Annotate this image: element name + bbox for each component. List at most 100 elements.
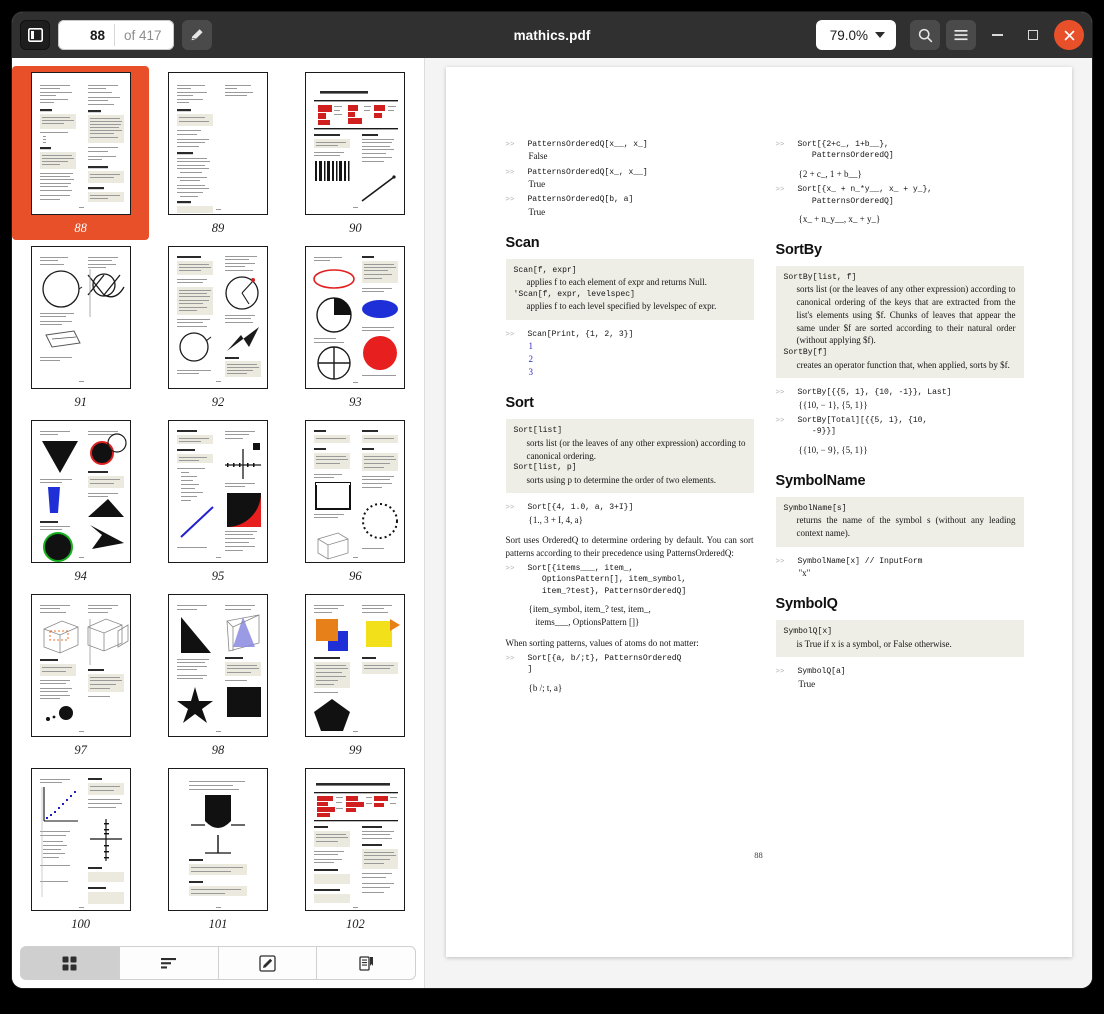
page-number-input[interactable] xyxy=(58,27,114,43)
code-input: PatternsOrderedQ[x__, x_] xyxy=(527,140,648,149)
thumbnail-item[interactable]: 90 xyxy=(287,66,424,240)
code-output: "x" xyxy=(798,568,811,579)
document-title: mathics.pdf xyxy=(513,27,591,43)
tab-outline[interactable] xyxy=(119,946,219,980)
zoom-level-label: 79.0% xyxy=(829,27,868,43)
prompt-icon: >> xyxy=(775,668,785,677)
left-column: >> PatternsOrderedQ[x__, x_] False >> Pa… xyxy=(505,139,754,698)
thumbnail-preview xyxy=(305,246,406,389)
code-example: >> Sort[{x_ + n_*y__, x_ + y_}, Patterns… xyxy=(776,184,1024,226)
definition-description: sorts list (or the leaves of any other e… xyxy=(796,284,1016,346)
maximize-icon xyxy=(1028,30,1038,40)
code-input: SortBy[{{5, 1}, {10, -1}}, Last] xyxy=(797,388,952,398)
thumbnail-scroll-area[interactable]: 88 89 90 91 92 93 94 95 96 97 98 99 100 … xyxy=(12,58,424,942)
thumbnail-item[interactable]: 94 xyxy=(12,414,149,588)
thumbnail-label: 88 xyxy=(74,221,87,235)
code-example: >> PatternsOrderedQ[x_, x__] True xyxy=(506,167,754,192)
thumbnail-preview xyxy=(167,246,268,389)
thumbnail-preview xyxy=(305,594,406,737)
minimize-button[interactable] xyxy=(982,20,1012,50)
maximize-button[interactable] xyxy=(1018,20,1048,50)
prompt-icon: >> xyxy=(775,186,785,195)
thumbnail-label: 91 xyxy=(74,395,87,409)
thumbnail-page-graphic xyxy=(314,91,399,208)
pen-icon xyxy=(259,954,276,972)
code-input: Sort[{2+c_, 1+b__}, PatternsOrderedQ] xyxy=(797,140,894,161)
thumbnail-label: 93 xyxy=(349,395,362,409)
bookmark-icon xyxy=(358,955,373,971)
tab-bookmarks[interactable] xyxy=(317,946,416,980)
thumbnail-label: 98 xyxy=(211,743,225,757)
thumbnail-preview xyxy=(30,594,131,737)
code-output: {{10, − 1}, {5, 1}} xyxy=(798,399,868,410)
thumbnail-item[interactable]: 98 xyxy=(149,588,286,762)
page-columns: >> PatternsOrderedQ[x__, x_] False >> Pa… xyxy=(505,139,1024,698)
sidebar-toggle-button[interactable] xyxy=(20,20,50,50)
thumbnail-item[interactable]: 97 xyxy=(12,588,149,762)
close-button[interactable] xyxy=(1054,20,1084,50)
definition-description: creates an operator function that, when … xyxy=(796,359,1010,370)
menu-button[interactable] xyxy=(946,20,976,50)
thumbnail-item[interactable]: 93 xyxy=(287,240,424,414)
code-output: 2 xyxy=(528,354,534,365)
thumbnail-item[interactable]: 88 xyxy=(12,66,150,240)
code-input: Sort[{items___, item_, OptionsPattern[],… xyxy=(527,563,687,596)
definition-signature: SymbolName[s] xyxy=(783,503,847,513)
definition-box: SymbolQ[x] is True if x is a symbol, or … xyxy=(775,620,1024,658)
thumbnail-label: 96 xyxy=(349,569,362,583)
main-body: 88 89 90 91 92 93 94 95 96 97 98 99 100 … xyxy=(12,58,1092,988)
code-output: {{10, − 9}, {5, 1}} xyxy=(798,444,868,455)
definition-description: sorts list (or the leaves of any other e… xyxy=(526,437,746,461)
thumbnail-preview xyxy=(30,420,131,563)
thumbnail-item[interactable]: 91 xyxy=(12,240,149,414)
thumbnail-item[interactable]: 99 xyxy=(287,588,424,762)
prompt-icon: >> xyxy=(505,654,515,663)
tab-annotations[interactable] xyxy=(218,946,318,980)
hamburger-icon xyxy=(954,30,968,41)
code-output: {item_symbol, item_? test, item_, items_… xyxy=(528,604,651,628)
definition-signature: SymbolQ[x] xyxy=(783,627,833,637)
thumbnail-item[interactable]: 100 xyxy=(12,762,149,936)
prompt-icon: >> xyxy=(505,168,515,177)
thumbnail-preview xyxy=(305,420,406,563)
thumbnail-preview xyxy=(167,72,268,215)
thumbnail-label: 95 xyxy=(211,569,225,583)
header-bar: of 417 mathics.pdf 79.0% xyxy=(12,12,1092,58)
code-output: {1., 3 + I, 4, a} xyxy=(528,514,583,525)
prompt-icon: >> xyxy=(775,141,785,149)
section-heading-symbolq: SymbolQ xyxy=(775,596,838,613)
thumbnail-item[interactable]: 102 xyxy=(287,762,424,936)
thumbnail-item[interactable]: 101 xyxy=(149,762,286,936)
code-example: >> PatternsOrderedQ[b, a] True xyxy=(506,194,754,219)
definition-box: Scan[f, expr] applies f to each element … xyxy=(505,258,754,320)
code-input: PatternsOrderedQ[x_, x__] xyxy=(527,167,648,177)
search-icon xyxy=(918,28,932,42)
definition-box: Sort[list] sorts list (or the leaves of … xyxy=(505,419,754,494)
thumbnail-item[interactable]: 92 xyxy=(149,240,286,414)
thumbnail-preview xyxy=(167,420,268,563)
thumbnail-item[interactable]: 89 xyxy=(149,66,286,240)
tab-thumbnails[interactable] xyxy=(20,946,120,980)
code-output: True xyxy=(528,206,546,217)
prompt-icon: >> xyxy=(505,504,515,513)
page-number-field-group[interactable]: of 417 xyxy=(58,20,174,50)
zoom-level-dropdown[interactable]: 79.0% xyxy=(815,20,896,50)
code-output: True xyxy=(528,179,546,190)
search-button[interactable] xyxy=(910,20,940,50)
thumbnail-page-graphic xyxy=(176,605,261,732)
thumbnail-label: 100 xyxy=(71,917,91,931)
thumbnail-item[interactable]: 96 xyxy=(287,414,424,588)
code-output: {x_ + n_y__, x_ + y_} xyxy=(798,213,881,224)
thumbnail-preview xyxy=(305,768,406,911)
grid-icon xyxy=(62,956,77,970)
definition-description: returns the name of the symbol s (withou… xyxy=(796,515,1016,538)
pen-icon xyxy=(191,29,203,41)
annotate-button[interactable] xyxy=(181,20,212,50)
thumbnail-page-graphic xyxy=(39,431,127,562)
pdf-viewer-window: of 417 mathics.pdf 79.0% xyxy=(12,12,1092,988)
thumbnail-page-graphic xyxy=(176,430,261,558)
thumbnail-item[interactable]: 95 xyxy=(149,414,286,588)
document-viewer[interactable]: >> PatternsOrderedQ[x__, x_] False >> Pa… xyxy=(425,58,1092,988)
thumbnail-preview xyxy=(30,246,131,389)
section-heading-sort: Sort xyxy=(505,395,534,412)
